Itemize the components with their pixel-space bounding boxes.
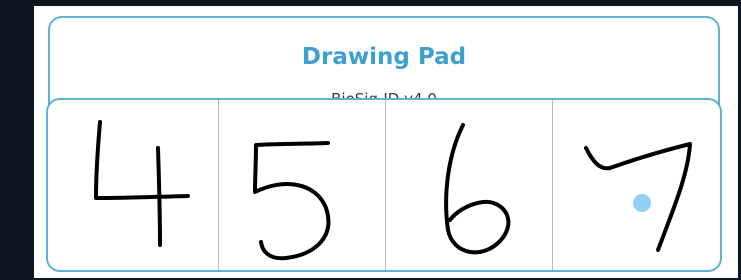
drawing-pad[interactable] [46,98,722,272]
page-title: Drawing Pad [301,44,467,70]
handwritten-digit-6 [444,123,511,255]
handwriting-strokes [94,120,692,261]
handwritten-digit-4 [94,120,190,200]
handwritten-digit-5 [253,141,331,261]
cursor-dot [633,194,651,212]
handwritten-digit-4-stem [156,146,162,247]
screen-background: Drawing Pad BioSig-ID v4.0 [0,0,741,280]
